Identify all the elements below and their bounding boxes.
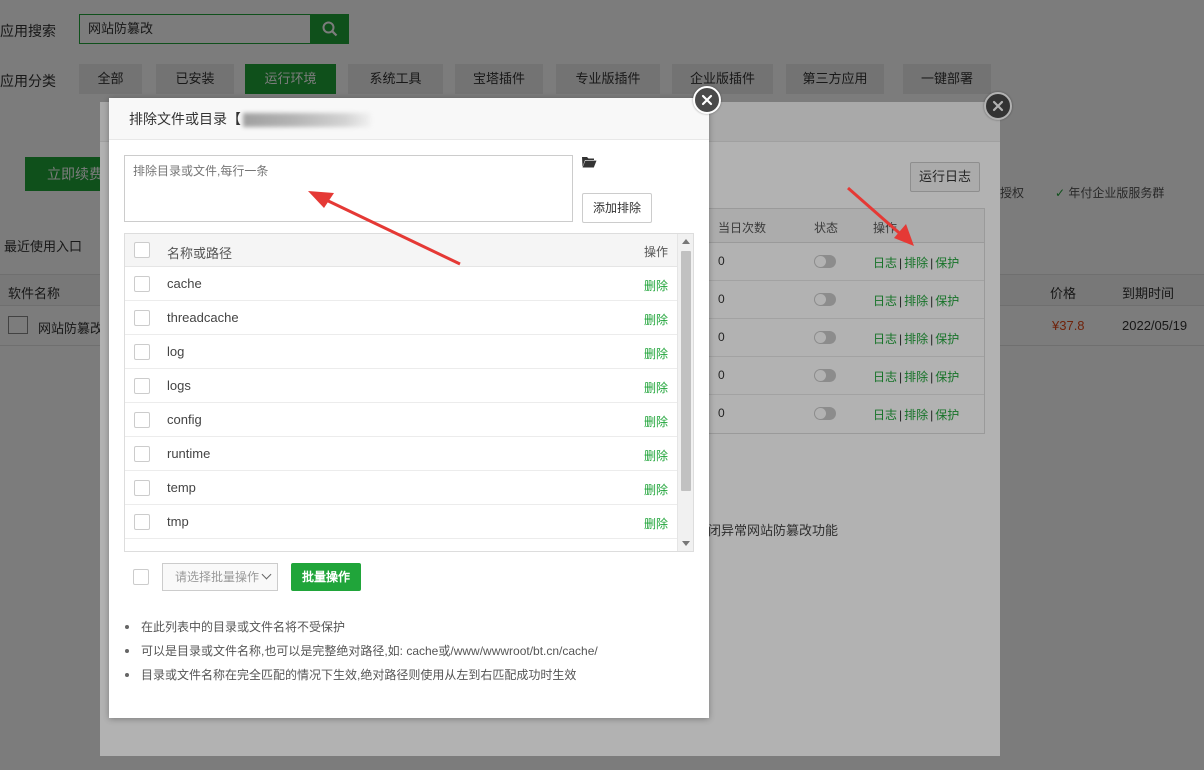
item-name: tmp — [167, 514, 189, 529]
scroll-down-icon[interactable] — [682, 541, 690, 546]
item-name: log — [167, 344, 185, 359]
add-exclude-button[interactable]: 添加排除 — [582, 193, 652, 223]
item-name: logs — [167, 378, 191, 393]
delete-link[interactable]: 删除 — [644, 515, 668, 532]
redacted-site-name — [243, 113, 371, 128]
dialog-title-text: 排除文件或目录【 — [129, 111, 241, 127]
row-checkbox[interactable] — [134, 446, 150, 462]
delete-link[interactable]: 删除 — [644, 311, 668, 328]
list-item: cache 删除 — [125, 267, 693, 301]
delete-link[interactable]: 删除 — [644, 447, 668, 464]
dialog-title: 排除文件或目录【 — [109, 98, 709, 140]
list-item: threadcache 删除 — [125, 301, 693, 335]
list-item: logs 删除 — [125, 369, 693, 403]
item-name: temp — [167, 480, 196, 495]
delete-link[interactable]: 删除 — [644, 345, 668, 362]
row-checkbox[interactable] — [134, 276, 150, 292]
row-checkbox[interactable] — [134, 310, 150, 326]
list-item: log 删除 — [125, 335, 693, 369]
exclude-textarea[interactable] — [124, 155, 573, 222]
list-item: runtime 删除 — [125, 437, 693, 471]
exclude-dialog: 排除文件或目录【 添加排除 名称或路径 操作 cache 删除 threadca… — [109, 98, 709, 718]
note-item: 在此列表中的目录或文件名将不受保护 — [123, 615, 693, 639]
delete-link[interactable]: 删除 — [644, 413, 668, 430]
exclude-list: 名称或路径 操作 cache 删除 threadcache 删除 log 删除 … — [124, 233, 694, 552]
delete-link[interactable]: 删除 — [644, 277, 668, 294]
item-name: threadcache — [167, 310, 239, 325]
col-name-or-path: 名称或路径 — [167, 246, 233, 261]
row-checkbox[interactable] — [134, 378, 150, 394]
dialog-close-button[interactable] — [693, 86, 721, 114]
help-notes: 在此列表中的目录或文件名将不受保护 可以是目录或文件名称,也可以是完整绝对路径,… — [123, 615, 693, 687]
chevron-down-icon — [261, 569, 272, 580]
row-checkbox[interactable] — [134, 412, 150, 428]
batch-operation-button[interactable]: 批量操作 — [291, 563, 361, 591]
exclude-list-header: 名称或路径 操作 — [125, 234, 693, 267]
row-checkbox[interactable] — [134, 514, 150, 530]
batch-operation-select[interactable]: 请选择批量操作 — [162, 563, 278, 591]
select-all-checkbox[interactable] — [134, 242, 150, 258]
list-item: config 删除 — [125, 403, 693, 437]
item-name: cache — [167, 276, 202, 291]
list-item: tmp 删除 — [125, 505, 693, 539]
item-name: config — [167, 412, 202, 427]
list-item: temp 删除 — [125, 471, 693, 505]
row-checkbox[interactable] — [134, 480, 150, 496]
batch-select-checkbox[interactable] — [133, 569, 149, 585]
list-scrollbar[interactable] — [677, 234, 693, 551]
row-checkbox[interactable] — [134, 344, 150, 360]
item-name: runtime — [167, 446, 211, 461]
delete-link[interactable]: 删除 — [644, 379, 668, 396]
note-item: 目录或文件名称在完全匹配的情况下生效,绝对路径则使用从左到右匹配成功时生效 — [123, 663, 693, 687]
close-icon — [701, 94, 713, 106]
col-operation: 操作 — [643, 245, 668, 259]
scroll-up-icon[interactable] — [682, 239, 690, 244]
batch-select-placeholder: 请选择批量操作 — [175, 570, 260, 584]
scroll-thumb[interactable] — [681, 251, 691, 491]
note-item: 可以是目录或文件名称,也可以是完整绝对路径,如: cache或/www/wwwr… — [123, 639, 693, 663]
folder-icon[interactable] — [581, 155, 597, 169]
delete-link[interactable]: 删除 — [644, 481, 668, 498]
